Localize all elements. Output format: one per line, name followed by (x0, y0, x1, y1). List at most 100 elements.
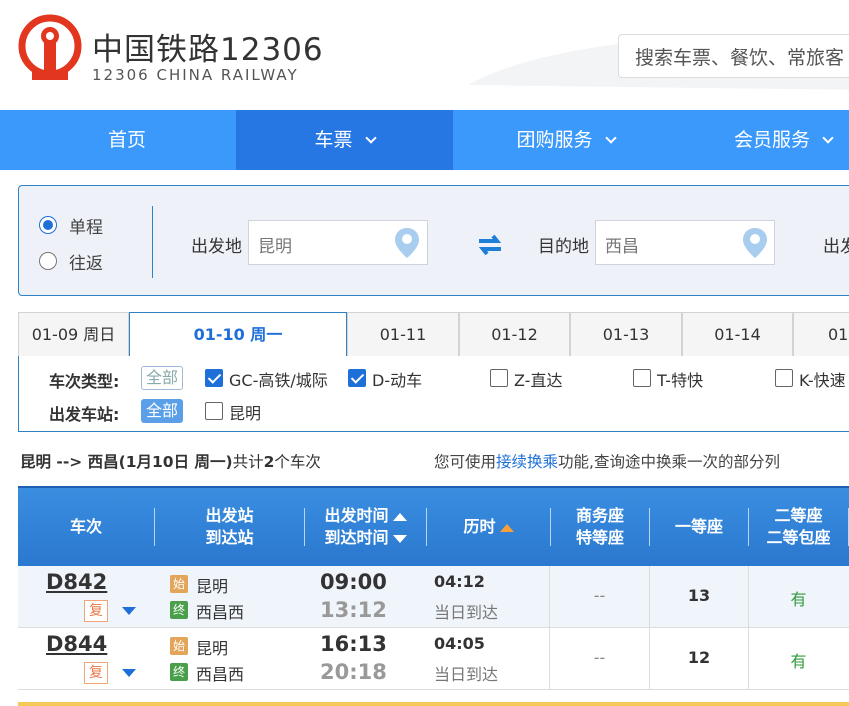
end-station-badge: 终 (170, 663, 188, 681)
train-type-all-button[interactable]: 全部 (141, 366, 184, 390)
date-text: 01-10 (193, 325, 245, 344)
date-tab[interactable]: 01-09 周日 (18, 312, 129, 356)
date-tab[interactable]: 01-12 (459, 312, 570, 356)
header-text: 历时 (463, 517, 496, 536)
header-text: 出发站 (205, 506, 254, 525)
filter-gc-label: GC-高铁/城际 (229, 371, 328, 390)
location-pin-icon[interactable] (395, 228, 419, 258)
nav-label: 首页 (107, 129, 146, 151)
expand-stops-icon[interactable] (122, 669, 136, 677)
col-train: 车次 (18, 488, 154, 566)
nav-label: 会员服务 (734, 129, 811, 151)
nav-item-member-service[interactable]: 会员服务 (678, 110, 849, 170)
to-station[interactable]: 西昌西 (196, 599, 244, 623)
start-station-badge: 始 (170, 637, 188, 655)
swap-stations-icon[interactable] (477, 234, 503, 256)
transfer-tip: 您可使用接续换乘功能,查询途中换乘一次的部分列 (434, 450, 780, 472)
trip-round-label: 往返 (69, 254, 103, 274)
expand-stops-icon[interactable] (122, 607, 136, 615)
site-search-input[interactable]: 搜索车票、餐饮、常旅客 (618, 34, 849, 78)
date-tabs: 01-09 周日 01-10 周一 01-11 01-12 01-13 01-1… (18, 312, 849, 357)
header-text: 到达站 (205, 528, 254, 547)
col-times[interactable]: 出发时间 到达时间 (305, 488, 426, 566)
start-station-badge: 始 (170, 575, 188, 593)
weekday-text: 周一 (250, 325, 283, 344)
sort-asc-icon[interactable] (392, 513, 407, 521)
col-second-class: 二等座 二等包座 (749, 488, 848, 566)
tip-suffix: 功能,查询途中换乘一次的部分列 (558, 453, 780, 471)
train-number-link[interactable]: D842 (46, 570, 107, 594)
transfer-link[interactable]: 接续换乘 (496, 453, 558, 471)
panel-divider (152, 206, 153, 278)
date-tab[interactable]: 01-13 (570, 312, 682, 356)
filter-t-checkbox[interactable] (633, 369, 651, 387)
header-text: 一等座 (674, 517, 723, 536)
filter-panel: 车次类型: 全部 GC-高铁/城际 D-动车 Z-直达 T-特快 K-快速 出发… (18, 356, 849, 432)
to-label: 目的地 (538, 237, 589, 257)
chevron-down-icon (364, 132, 377, 144)
date-tab-selected[interactable]: 01-10 周一 (129, 312, 347, 357)
date-text: 01-1 (828, 325, 849, 344)
filter-gc-checkbox[interactable] (205, 369, 223, 387)
header-text: 商务座 (575, 506, 624, 525)
table-row: D844 复 始 昆明 终 西昌西 16:13 20:18 04:05 当日到达… (18, 628, 849, 690)
from-station[interactable]: 昆明 (196, 573, 228, 597)
date-text: 01-12 (491, 325, 538, 344)
departure-time: 09:00 (320, 570, 387, 594)
header-text: 出发时间 (324, 506, 389, 525)
brand-title-cn: 中国铁路12306 (92, 32, 324, 68)
date-text: 01-14 (714, 325, 761, 344)
second-class-seat: 有 (790, 652, 807, 671)
count-suffix: 个车次 (274, 453, 321, 471)
header-text: 特等座 (575, 528, 624, 547)
first-class-seat: 12 (687, 648, 711, 667)
return-badge[interactable]: 复 (84, 662, 108, 684)
arrive-day: 当日到达 (434, 665, 499, 684)
trip-round-radio[interactable] (39, 252, 57, 270)
arrival-time: 20:18 (320, 660, 387, 684)
count-prefix: 共计 (232, 453, 264, 471)
filter-k-checkbox[interactable] (775, 369, 793, 387)
nav-item-group-service[interactable]: 团购服务 (453, 110, 678, 170)
station-all-button[interactable]: 全部 (141, 399, 184, 423)
sort-asc-icon[interactable] (499, 524, 514, 532)
to-station[interactable]: 西昌西 (196, 661, 244, 685)
departure-time: 16:13 (320, 632, 387, 656)
filter-z-label: Z-直达 (514, 371, 563, 390)
train-type-label: 车次类型: (49, 372, 120, 391)
nav-item-tickets[interactable]: 车票 (236, 110, 453, 170)
date-text: 01-13 (602, 325, 650, 344)
arrival-time: 13:12 (320, 598, 387, 622)
filter-station-checkbox[interactable] (205, 402, 223, 420)
chevron-down-icon (822, 132, 834, 144)
duration: 04:12 (434, 572, 485, 591)
trip-oneway-radio[interactable] (39, 216, 57, 234)
next-row-edge (18, 702, 849, 706)
location-pin-icon[interactable] (743, 228, 767, 258)
date-tab[interactable]: 01-14 (682, 312, 793, 356)
return-badge[interactable]: 复 (84, 600, 108, 622)
end-station-badge: 终 (170, 601, 188, 619)
arrive-day: 当日到达 (434, 603, 499, 622)
first-class-seat: 13 (687, 586, 711, 605)
nav-item-home[interactable]: 首页 (18, 110, 236, 170)
col-duration[interactable]: 历时 (427, 488, 550, 566)
ticket-search-panel: 单程 往返 出发地 昆明 目的地 西昌 出发 (18, 185, 849, 296)
business-seat: -- (593, 648, 606, 667)
date-tab[interactable]: 01-11 (347, 312, 459, 356)
header-text: 二等包座 (766, 528, 831, 547)
filter-z-checkbox[interactable] (490, 369, 508, 387)
date-text: 01-09 (31, 325, 79, 344)
business-seat: -- (593, 586, 606, 605)
date-tab[interactable]: 01-1 (793, 312, 849, 356)
filter-d-checkbox[interactable] (348, 369, 366, 387)
header: 中国铁路12306 12306 CHINA RAILWAY 搜索车票、餐饮、常旅… (0, 0, 849, 110)
sort-desc-icon[interactable] (392, 535, 407, 543)
col-stations: 出发站 到达站 (155, 488, 304, 566)
train-number-link[interactable]: D844 (46, 632, 107, 656)
china-railway-logo[interactable] (18, 14, 82, 86)
from-station[interactable]: 昆明 (196, 635, 228, 659)
route-text: 昆明 --> 西昌 (20, 453, 119, 471)
header-text: 二等座 (774, 506, 823, 525)
col-first-class: 一等座 (650, 488, 748, 566)
